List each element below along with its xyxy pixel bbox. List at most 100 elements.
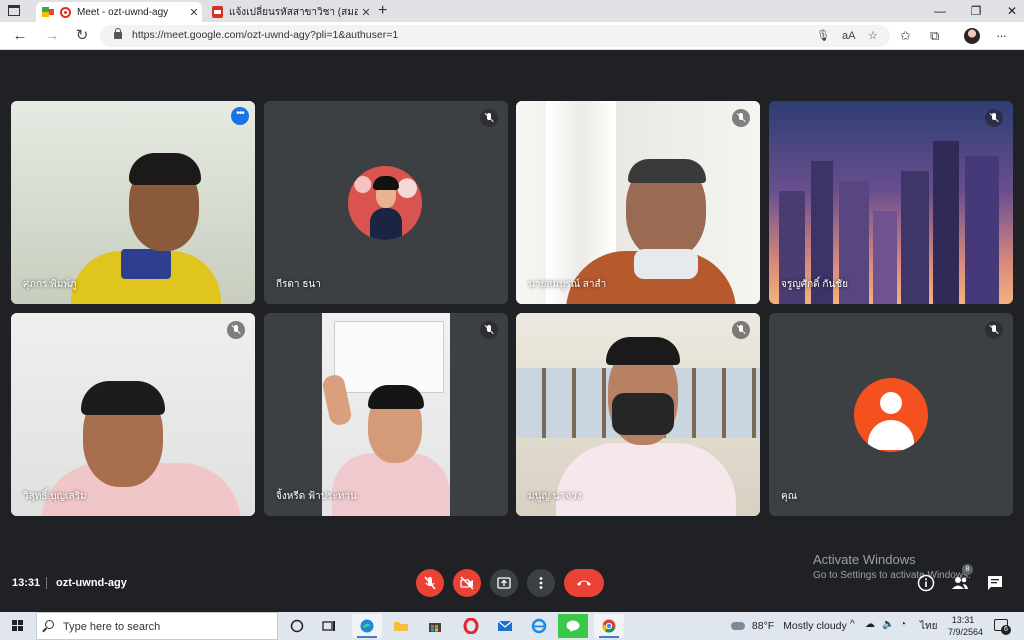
restore-button[interactable]: ❐ [958,2,994,20]
participant-name: คุณ [781,491,797,502]
new-tab-button[interactable]: + [378,2,387,20]
taskbar-file-explorer[interactable] [386,614,416,638]
participant-name: นายสมบูรณ์ สาสำ [528,279,607,290]
address-bar[interactable]: https://meet.google.com/ozt-uwnd-agy?pli… [100,25,890,47]
volume-icon[interactable]: 🔈 [882,619,894,630]
participants-button[interactable] [951,574,969,597]
default-avatar-icon [854,378,928,452]
tab-close-button[interactable]: ✕ [358,6,374,19]
taskbar-mail[interactable] [490,614,520,638]
browser-tab-bar: Meet - ozt-uwnd-agy ✕ แจ้งเปลี่ยนรหัสสาข… [0,0,1024,22]
google-meet-icon [42,7,54,17]
person-collar [121,249,171,279]
input-language-indicator[interactable]: ไทย [920,619,937,634]
search-icon [45,620,54,629]
minimize-button[interactable]: — [922,2,958,20]
people-icon [952,577,968,589]
more-vert-icon [539,577,543,589]
whiteboard [334,321,444,393]
edge-browser-icon [360,619,374,633]
taskbar-store[interactable] [420,614,450,638]
watermark-subtitle: Go to Settings to activate Windows. [813,570,971,581]
mic-off-icon [985,321,1003,339]
taskbar-chrome[interactable] [594,614,624,638]
favorite-star-icon[interactable]: ☆ [868,28,878,44]
building [901,171,929,304]
camera-toggle-button[interactable] [453,569,481,597]
mic-off-icon [480,321,498,339]
taskbar-internet-explorer[interactable] [524,614,554,638]
taskbar-search-box[interactable]: Type here to search [36,612,278,640]
activate-windows-watermark: Activate Windows Go to Settings to activ… [813,552,971,581]
participant-name: มนูญ นาจวง [528,491,582,502]
tile-more-options-icon[interactable]: ••• [231,107,249,125]
favorites-icon[interactable]: ✩ [900,27,911,45]
url-text[interactable]: https://meet.google.com/ozt-uwnd-agy?pli… [132,29,398,41]
meeting-details-button[interactable] [917,574,935,597]
participant-tile[interactable]: วิสุทธิ์ บุญเสริม [11,313,255,516]
screen: Meet - ozt-uwnd-agy ✕ แจ้งเปลี่ยนรหัสสาข… [0,0,1024,640]
leave-call-button[interactable] [564,569,604,597]
building [965,156,999,304]
more-options-button[interactable] [527,569,555,597]
store-icon [429,623,441,632]
mic-off-icon [732,321,750,339]
forward-button[interactable]: → [42,26,62,46]
person-hair [368,385,424,409]
profile-avatar[interactable] [964,28,980,44]
person-shirt [556,443,736,516]
collections-icon[interactable]: ⧉ [930,27,939,45]
clock-time: 13:31 [951,615,975,625]
show-hidden-icons-button[interactable]: ^ [850,619,855,630]
tab-close-button[interactable]: ✕ [186,6,202,19]
onedrive-icon[interactable]: ☁ [865,619,875,630]
tab-pdf[interactable]: แจ้งเปลี่ยนรหัสสาขาวิชา (สมอ).pdf ✕ [204,2,374,22]
ie-icon [531,618,547,634]
participant-tile[interactable]: กีรดา ธนา [264,101,508,304]
building [933,141,959,304]
read-aloud-icon[interactable]: aA [842,28,855,44]
settings-menu-icon[interactable]: ··· [996,27,1007,45]
taskbar-clock[interactable]: 13:31 7/9/2564 [948,614,983,638]
line-app-icon [566,620,580,632]
task-view-icon [322,621,335,631]
participant-tile[interactable]: นายสมบูรณ์ สาสำ [516,101,760,304]
close-window-button[interactable]: ✕ [994,2,1024,20]
chat-icon [988,576,1002,590]
tab-meet[interactable]: Meet - ozt-uwnd-agy ✕ [36,2,202,22]
folder-icon [394,622,408,631]
mic-off-icon [480,109,498,127]
meeting-code: ozt-uwnd-agy [56,577,127,589]
face-mask [612,393,674,435]
participant-tile[interactable]: จรูญศักดิ์ กันชัย [769,101,1013,304]
participant-name: ศุภกร พิมพ์ภู [23,279,77,290]
cortana-button[interactable] [282,614,312,638]
participant-name: จรูญศักดิ์ กันชัย [781,279,848,290]
taskbar-opera[interactable] [456,614,486,638]
lock-icon[interactable] [114,28,122,39]
pdf-icon [212,6,223,18]
participant-tile[interactable]: จิ้งหรีด ฟ้าประทาน [264,313,508,516]
camera-off-icon [460,576,474,590]
participant-tile[interactable]: ••• ศุภกร พิมพ์ภู [11,101,255,304]
tab-actions-icon[interactable] [8,5,20,16]
present-screen-button[interactable] [490,569,518,597]
task-view-button[interactable] [314,614,344,638]
address-toolbar: ← → ↻ https://meet.google.com/ozt-uwnd-a… [0,22,1024,50]
chat-button[interactable] [986,574,1004,597]
network-icon[interactable]: ◔ [900,619,906,630]
participant-avatar [348,166,422,240]
start-button[interactable] [12,620,24,632]
participant-name: จิ้งหรีด ฟ้าประทาน [276,491,357,502]
participant-tile[interactable]: คุณ [769,313,1013,516]
microphone-icon[interactable]: 🎙 [816,28,830,44]
info-icon [917,574,935,592]
back-button[interactable]: ← [10,26,30,46]
person-hair [628,159,706,183]
refresh-button[interactable]: ↻ [72,26,92,46]
mic-toggle-button[interactable] [416,569,444,597]
taskbar-line[interactable] [558,614,588,638]
weather-widget[interactable]: 88°F Mostly cloudy [731,620,847,632]
taskbar-edge-app[interactable] [352,614,382,638]
participant-tile[interactable]: มนูญ นาจวง [516,313,760,516]
